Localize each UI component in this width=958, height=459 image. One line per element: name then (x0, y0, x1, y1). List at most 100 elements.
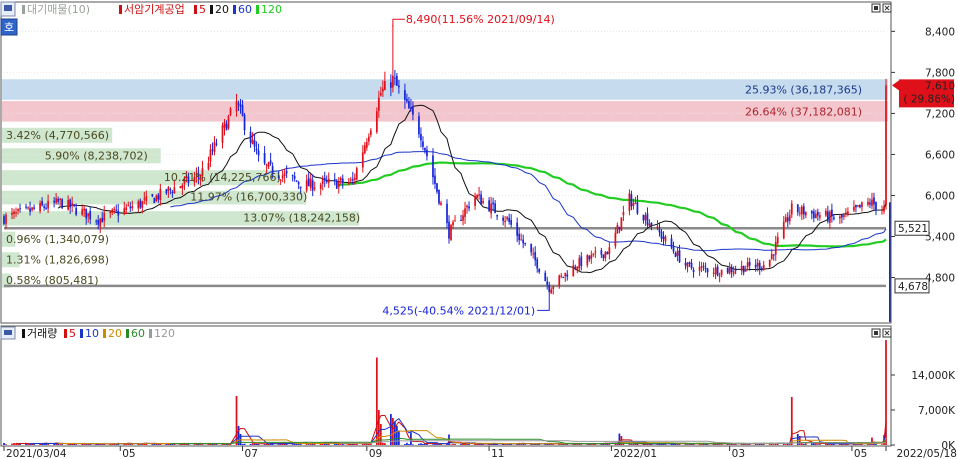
candle-body (181, 185, 184, 189)
volume-bar (412, 444, 414, 445)
candle-body (333, 179, 336, 181)
candle-body (111, 209, 114, 213)
candle-body (81, 209, 84, 215)
candle (620, 217, 623, 231)
candle-body (883, 206, 885, 212)
volume-restore-glyph (874, 331, 878, 335)
candle-body (814, 213, 817, 219)
volume-bar (223, 444, 226, 446)
candle-body (19, 208, 21, 210)
candle-body (774, 241, 777, 255)
candle-body (558, 275, 561, 287)
x-tick-label-5: 2022/01 (613, 448, 657, 459)
volume-bar (396, 426, 398, 445)
candle-body (634, 203, 637, 205)
price-tick-label-3: 6,600 (925, 149, 955, 161)
candle (179, 186, 182, 189)
candle-body (424, 147, 426, 151)
candle-body (438, 190, 440, 204)
candle-body (412, 106, 414, 115)
candle-body (474, 195, 476, 206)
candle-body (321, 179, 324, 184)
volume-bar (630, 444, 633, 445)
candle-body (404, 90, 406, 100)
candle-body (229, 108, 232, 116)
volume-bar (249, 443, 252, 445)
candle-body (784, 217, 787, 223)
candle-body (265, 164, 268, 166)
candle-body (580, 256, 583, 267)
candle-body (855, 205, 857, 208)
candle-body (311, 180, 314, 191)
candle-body (69, 199, 72, 208)
volume-bar (339, 444, 342, 445)
candle-body (369, 130, 372, 135)
candle-body (59, 198, 61, 201)
candle-body (269, 160, 272, 164)
volume-bar (406, 442, 408, 445)
candle-body (13, 211, 15, 215)
candle-body (502, 217, 504, 221)
candle-body (760, 268, 763, 270)
candle-body (327, 178, 330, 183)
candle-body (450, 225, 452, 241)
price-tick-label-2: 7,200 (925, 108, 955, 120)
candle-body (139, 200, 142, 208)
volume-bar (375, 357, 378, 445)
candle-body (875, 202, 877, 210)
candle-body (123, 208, 126, 214)
volume-bar (408, 444, 410, 445)
legend-label-4: 60 (131, 327, 145, 340)
candle-body (728, 268, 731, 274)
volume-bar (474, 443, 476, 445)
candle-body (720, 269, 723, 275)
candle-body (97, 219, 100, 225)
candle-body (560, 275, 563, 277)
candle-body (818, 215, 821, 218)
candle-body (490, 203, 492, 214)
candle-body (27, 207, 29, 209)
candle-body (406, 98, 408, 102)
candle-body (800, 206, 803, 215)
volume-bar (881, 444, 883, 445)
volume-bar (684, 444, 687, 445)
candle-body (644, 215, 647, 221)
candle-body (253, 140, 256, 147)
candle-body (448, 221, 450, 239)
candle-body (237, 103, 240, 105)
candle-body (159, 188, 162, 200)
candle-body (61, 199, 63, 209)
candle-body (480, 194, 482, 205)
supply-zone-label-5: 0.96% (1,340,079) (6, 233, 109, 246)
candle-body (223, 121, 226, 128)
volume-bar (730, 444, 733, 446)
x-tick-label-8: 2022/05/18 (896, 448, 957, 459)
candle (355, 166, 358, 181)
legend-label-2: 5 (199, 3, 206, 16)
candle-body (227, 116, 230, 129)
candle-body (347, 181, 350, 184)
candle-body (87, 213, 90, 217)
candle-body (630, 194, 633, 207)
candle (375, 107, 378, 134)
candle-body (748, 262, 751, 266)
candle-body (53, 200, 55, 203)
candle-body (47, 200, 49, 209)
candle-body (742, 265, 745, 273)
legend-label-1: 서암기계공업 (124, 3, 185, 16)
candle-body (257, 150, 260, 156)
supply-zone-label-1: 5.90% (8,238,702) (45, 149, 148, 162)
candle-body (754, 264, 757, 268)
candle-body (716, 266, 719, 276)
candle-body (89, 211, 92, 220)
candle-body (544, 272, 547, 282)
legend-label-4: 60 (238, 3, 252, 16)
candle (768, 259, 771, 268)
candle-body (291, 175, 294, 177)
candle-body (145, 196, 148, 201)
legend-swatch-3 (210, 5, 213, 14)
volume-bar (291, 444, 294, 445)
candle-body (351, 179, 354, 181)
candle-body (672, 247, 675, 252)
candle-body (714, 267, 717, 275)
